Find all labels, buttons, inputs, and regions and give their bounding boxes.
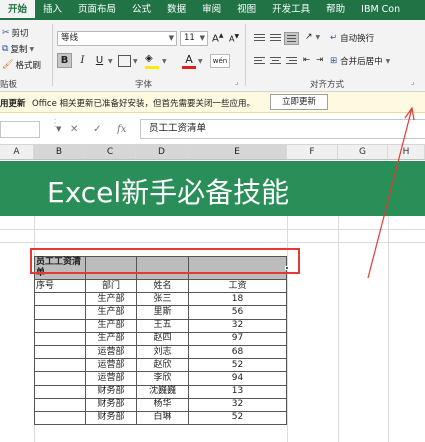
annotation-arrow <box>367 106 415 279</box>
